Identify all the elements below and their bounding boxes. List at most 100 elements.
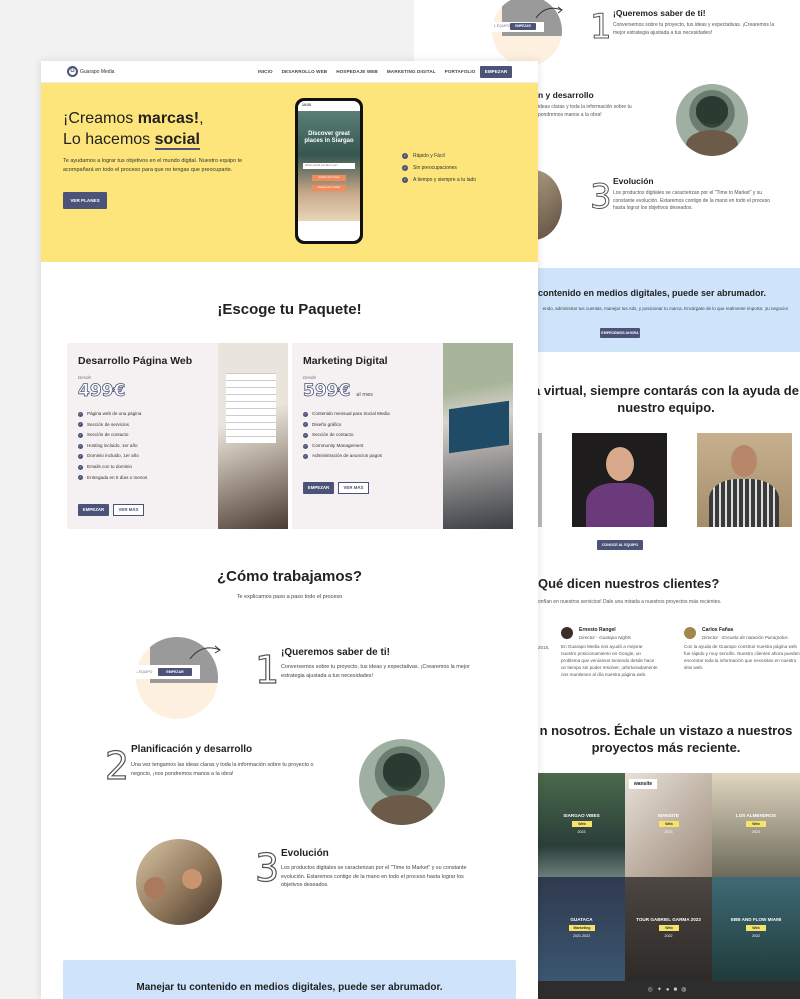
feature-label: Dominio incluido, 1er año (87, 453, 139, 459)
hero-line2-bold: social (154, 130, 200, 150)
ver-mas-button[interactable]: VER MÁS (113, 504, 144, 516)
nav-item-desarrollo[interactable]: DESARROLLO WEB (282, 69, 328, 74)
project-card[interactable]: TOUR GABRIEL GARMA 2022 Web 2022 (625, 877, 712, 981)
step2-text: ideas claras y toda la información sobre… (538, 104, 632, 118)
mock-empezar-button: EMPEZAR (510, 23, 536, 30)
step3-text: Los productos digitales se caracterizan … (281, 865, 467, 889)
arrow-icon (189, 645, 221, 660)
empecemos-button[interactable]: EMPECEMOS AHORA (600, 328, 640, 338)
feature-item: ✓ Página web de una página (78, 409, 147, 420)
check-icon: ✓ (402, 177, 408, 183)
empezar-nav-button[interactable]: EMPEZAR (480, 66, 512, 78)
projects-grid: SIARGAO VIBES Web 2023 wansite WANSITE W… (538, 773, 800, 999)
hero-checklist: ✓ Rápido y Fácil ✓ Sin preocupaciones ✓ A t… (402, 150, 476, 186)
feature-label: Contenido mensual para Social Media (312, 411, 390, 416)
package-name: Desarrollo Página Web (78, 355, 193, 367)
project-card[interactable]: GUATACA Marketing 2021-2022 (538, 877, 625, 981)
testimonial-role: Director - Guatapa Nights (579, 634, 632, 640)
testimonial-2: Carlos Fañas Director - Escuela de natac… (684, 627, 800, 672)
content-banner: contenido en medios digitales, puede ser… (538, 268, 800, 352)
phone-title: Discover great places in Siargao (304, 131, 354, 145)
check-icon: ✓ (303, 454, 308, 460)
feature-item: ✓ Contenido mensual para Social Media (303, 409, 390, 420)
step2-title: Planificación y desarrollo (131, 744, 253, 755)
facebook-icon[interactable]: ● (666, 987, 674, 993)
feature-item: ✓ Administración de anuncios pagos (303, 451, 390, 462)
package-price: 599€ al mes (303, 381, 373, 402)
instagram-icon[interactable]: ◎ (648, 987, 657, 993)
clients-subtitle: onfían en nuestros servicios! Dale una m… (538, 599, 722, 605)
navbar: G Guarapo Media INICIO DESARROLLO WEB HO… (41, 61, 538, 83)
logo-icon: G (67, 66, 78, 77)
nav-item-inicio[interactable]: INICIO (258, 69, 273, 74)
wansite-logo: wansite (629, 779, 657, 789)
ver-planes-button[interactable]: VER PLANES (63, 192, 107, 209)
team-photo-left (538, 433, 542, 527)
packages-title: ¡Escoge tu Paquete! (217, 301, 362, 318)
hero-line1-bold: marcas! (137, 110, 200, 127)
price-period: al mes (356, 392, 373, 398)
check-icon: ✓ (402, 153, 408, 159)
hero-title: ¡Creamos marcas!, Lo hacemos social (63, 109, 204, 151)
empezar-button[interactable]: EMPEZAR (303, 482, 334, 494)
hero-line1-comma: , (199, 110, 204, 127)
project-year: 2023 (752, 830, 760, 834)
mock-label: L EQUIPO (136, 670, 153, 674)
check-label: A tiempo y siempre a tu lado (413, 177, 477, 183)
step-number-3: 3 (590, 177, 613, 217)
project-tag: Web (572, 821, 592, 827)
feature-label: Diseño gráfico (312, 421, 342, 427)
project-year: 2022 (664, 934, 673, 938)
check-icon: ✓ (303, 422, 308, 428)
logo-text: Guarapo Media (80, 68, 115, 75)
project-tag: Marketing (569, 925, 595, 931)
content-banner: Manejar tu contenido en medios digitales… (63, 960, 516, 999)
team-title: a virtual, siempre contarás con la ayuda… (533, 383, 799, 415)
project-card[interactable]: wansite WANSITE Web 2023 (625, 773, 712, 877)
conoce-equipo-button[interactable]: CONOCE AL EQUIPO (597, 540, 643, 550)
banner-title: Manejar tu contenido en medios digitales… (136, 982, 443, 993)
linkedin-icon[interactable]: ■ (674, 987, 682, 993)
step-number-3: 3 (254, 846, 280, 890)
feature-label: Entregada en 5 días o menos (87, 474, 148, 480)
testimonial-text: Con la ayuda de Guarapo construir nuestr… (684, 644, 800, 671)
project-card[interactable]: EBB AND FLOW MIAMI Web 2022 (712, 877, 800, 981)
check-icon: ✓ (303, 411, 308, 417)
step1-title: ¡Queremos saber de ti! (613, 8, 706, 18)
nav-item-marketing[interactable]: MARKETING DIGITAL (387, 69, 436, 74)
project-name: WANSITE (658, 813, 679, 818)
step3-text: Los productos digitales se caracterizan … (613, 190, 771, 211)
check-icon: ✓ (78, 432, 83, 438)
phone-tours-button[interactable]: Explore Our Tours (312, 175, 346, 181)
partial-testimonial: 2015, (538, 645, 550, 650)
step-number-1: 1 (254, 648, 280, 692)
step3-title: Evolución (281, 848, 329, 859)
hero-text: Te ayudamos a lograr tus objetivos en el… (63, 158, 243, 173)
mock-empezar-button: EMPEZAR (158, 668, 192, 676)
project-card[interactable]: LOS ALMENDROS Web 2023 (712, 773, 800, 877)
globe-icon[interactable]: ◍ (681, 987, 690, 993)
check-icon: ✓ (303, 432, 308, 438)
empezar-button[interactable]: EMPEZAR (78, 504, 109, 516)
project-tag: Web (746, 821, 766, 827)
nav-item-portafolio[interactable]: PORTAFOLIO (445, 69, 476, 74)
how-title: ¿Cómo trabajamos? (216, 568, 363, 585)
project-card[interactable]: SIARGAO VIBES Web 2023 (538, 773, 625, 877)
step3-title: Evolución (613, 176, 654, 186)
price-prefix: Desde (78, 375, 92, 380)
package-card-web: Desarrollo Página Web Desde 499€ ✓ Página… (67, 343, 288, 529)
feature-item: ✓ Sección de contacto (78, 430, 147, 441)
phone-time: 10:20 (298, 101, 360, 111)
twitter-icon[interactable]: ✦ (657, 987, 666, 993)
phone-search-input[interactable]: Where would you like to go? (303, 163, 355, 169)
step2-title: n y desarrollo (538, 90, 594, 100)
testimonial-name: Ernesto Rangel (579, 627, 616, 633)
project-year: 2023 (664, 830, 673, 834)
feature-list: ✓ Página web de una página ✓ Sección de se… (78, 409, 147, 483)
step2-text: Una vez tengamos las ideas claras y toda… (131, 762, 314, 777)
feature-item: ✓ Diseño gráfico (303, 420, 390, 431)
ver-mas-button[interactable]: VER MÁS (338, 482, 369, 494)
logo[interactable]: G Guarapo Media (67, 66, 114, 77)
phone-hotels-button[interactable]: Explore Our Hotels (312, 185, 346, 191)
nav-item-hospedaje[interactable]: HOSPEDAJE WEB (336, 69, 378, 74)
